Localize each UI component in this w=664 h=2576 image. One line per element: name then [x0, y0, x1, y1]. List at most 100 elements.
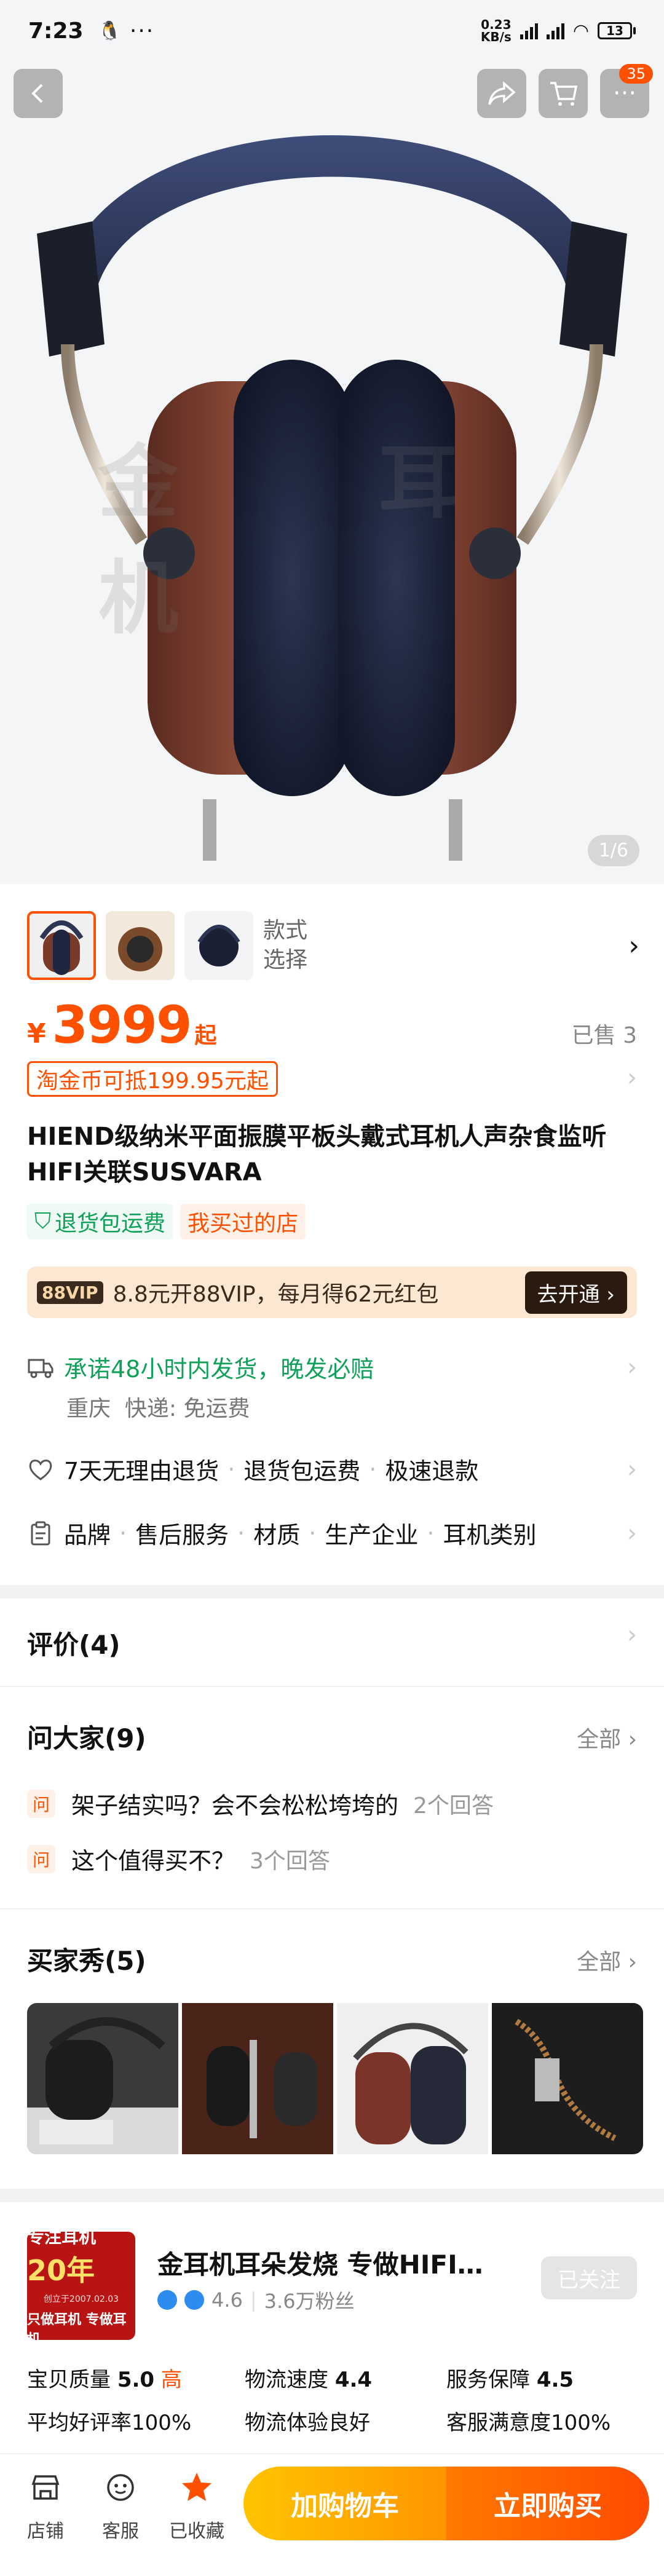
diamond-icon: [184, 2290, 204, 2310]
reviews-title[interactable]: 评价(4): [27, 1624, 121, 1662]
signal-icon: [520, 22, 538, 39]
cart-button[interactable]: [539, 69, 588, 118]
product-title: HIEND级纳米平面振膜平板头戴式耳机人声杂食监听HIFI关联SUSVARA: [27, 1123, 607, 1187]
guarantee-3: 极速退款: [385, 1458, 479, 1485]
buyer-show-all-link[interactable]: 全部 ›: [577, 1944, 637, 1976]
heart-icon: [29, 1459, 52, 1480]
sku-label: 款式 选择: [263, 918, 308, 973]
buyer-show-title[interactable]: 买家秀(5): [27, 1940, 146, 1978]
image-watermark: 金 耳 机: [98, 436, 545, 645]
signal-2-icon: [546, 22, 564, 39]
add-to-cart-button[interactable]: 加购物车: [243, 2467, 446, 2540]
chevron-right-icon: ›: [627, 1621, 637, 1649]
sku-selector[interactable]: 款式 选择 ›: [27, 909, 639, 982]
section-divider: [0, 1585, 664, 1598]
params-row[interactable]: 品牌 · 售后服务 · 材质 · 生产企业 · 耳机类别 ›: [27, 1516, 637, 1550]
vip-open-button[interactable]: 去开通 ›: [524, 1271, 627, 1314]
vip-text: 8.8元开88VIP，每月得62元红包: [113, 1282, 439, 1307]
buy-now-button[interactable]: 立即购买: [446, 2467, 649, 2540]
sku-thumb-1[interactable]: [27, 911, 96, 980]
vip-badge: 88VIP: [37, 1281, 103, 1304]
star-icon: [182, 2473, 211, 2501]
price-amount: 3999: [52, 995, 192, 1055]
buyer-photo-2[interactable]: [182, 2003, 333, 2154]
param-manufacturer: 生产企业: [325, 1522, 419, 1549]
param-material: 材质: [253, 1522, 301, 1549]
buyer-photo-4[interactable]: [492, 2003, 643, 2154]
product-detail-page: 金 耳 机 1/6 7:23 🐧 ··· 0.23 KB/s ◠ 13 ··· 3…: [0, 0, 664, 2576]
chevron-right-icon: ›: [627, 1064, 637, 1092]
qa-title[interactable]: 问大家(9): [27, 1718, 146, 1755]
more-notifications-icon: ···: [129, 18, 155, 44]
clipboard-icon: [31, 1521, 50, 1545]
favorite-tab[interactable]: 已收藏: [166, 2470, 227, 2543]
price-suffix: 起: [194, 1023, 217, 1048]
product-tags: ⛉ 退货包运费 我买过的店: [27, 1204, 306, 1239]
chevron-right-icon: ›: [627, 1455, 637, 1484]
vip-banner[interactable]: 88VIP 8.8元开88VIP，每月得62元红包 去开通 ›: [27, 1266, 637, 1318]
bottom-action-bar: 店铺 客服 已收藏 加购物车 立即购买: [0, 2453, 664, 2576]
qa-all-link[interactable]: 全部 ›: [577, 1721, 637, 1753]
status-bar: 7:23 🐧 ··· 0.23 KB/s ◠ 13: [0, 0, 664, 61]
bought-before-tag: 我买过的店: [180, 1204, 306, 1239]
share-icon: [488, 81, 516, 105]
wifi-icon: ◠: [572, 20, 589, 42]
share-button[interactable]: [477, 69, 526, 118]
shield-icon: ⛉: [34, 1209, 52, 1234]
more-button[interactable]: ··· 35: [600, 64, 653, 118]
shipping-promise: 承诺48小时内发货，晚发必赔: [64, 1356, 374, 1383]
shop-fans: 3.6万粉丝: [264, 2290, 355, 2313]
chevron-left-icon: [31, 84, 43, 103]
question-badge: 问: [27, 1844, 55, 1873]
status-time: 7:23: [28, 18, 84, 44]
cart-badge: 35: [619, 64, 653, 84]
price-row: ¥ 3999 起 已售 3: [27, 995, 637, 1055]
score-quality: 宝贝质量 5.0 高 平均好评率100%: [27, 2368, 192, 2435]
return-shipping-tag: ⛉ 退货包运费: [27, 1204, 173, 1239]
answer-count: 2个回答: [413, 1793, 494, 1819]
battery-icon: 13: [598, 22, 636, 39]
sku-thumb-3[interactable]: [184, 911, 253, 980]
chat-face-icon: [107, 2474, 134, 2501]
customer-service-tab[interactable]: 客服: [90, 2470, 151, 2543]
guarantee-row[interactable]: 7天无理由退货 · 退货包运费 · 极速退款 ›: [27, 1452, 637, 1486]
param-category: 耳机类别: [443, 1522, 537, 1549]
qa-item[interactable]: 问 架子结实吗？会不会松松垮垮的 2个回答: [27, 1787, 494, 1820]
shop-name[interactable]: 金耳机耳朵发烧 专做HIFI…: [157, 2244, 483, 2282]
image-counter: 1/6: [587, 835, 639, 866]
network-speed: 0.23 KB/s: [480, 17, 512, 44]
store-icon: [31, 2475, 60, 2500]
guarantee-2: 退货包运费: [243, 1458, 361, 1485]
section-divider: [0, 2189, 664, 2202]
param-brand: 品牌: [64, 1522, 111, 1549]
shop-logo[interactable]: 专注耳机20年 创立于2007.02.03 只做耳机 专做耳机: [27, 2227, 135, 2347]
guarantee-1: 7天无理由退货: [64, 1458, 219, 1485]
score-service: 服务保障 4.5 客服满意度100%: [446, 2368, 611, 2435]
back-button[interactable]: [14, 69, 63, 118]
score-logistics: 物流速度 4.4 物流体验良好: [245, 2368, 373, 2435]
chevron-right-icon: ›: [628, 930, 639, 962]
param-aftersale: 售后服务: [135, 1522, 229, 1549]
qa-item[interactable]: 问 这个值得买不？ 3个回答: [27, 1842, 330, 1876]
shop-rating: 4.6: [211, 2288, 243, 2312]
question-badge: 问: [27, 1789, 55, 1818]
sku-thumb-2[interactable]: [106, 911, 175, 980]
coin-offer-tag[interactable]: 淘金币可抵199.95元起: [27, 1061, 278, 1097]
buyer-photo-3[interactable]: [337, 2003, 488, 2154]
diamond-icon: [157, 2290, 177, 2310]
buyer-show-photos: [27, 2003, 643, 2154]
product-image-gallery[interactable]: 金 耳 机 1/6: [0, 0, 664, 884]
chevron-right-icon: ›: [627, 1519, 637, 1547]
question-text: 这个值得买不？: [71, 1847, 235, 1875]
shop-meta: 4.6 | 3.6万粉丝: [157, 2286, 355, 2314]
divider-line: [0, 1908, 664, 1910]
purchase-buttons: 加购物车 立即购买: [243, 2467, 649, 2540]
follow-button[interactable]: 已关注: [541, 2256, 637, 2299]
currency-symbol: ¥: [27, 1018, 46, 1049]
shipping-info: 重庆 快递: 免运费: [66, 1396, 250, 1421]
shipping-row[interactable]: 承诺48小时内发货，晚发必赔 ›: [27, 1350, 637, 1384]
question-text: 架子结实吗？会不会松松垮垮的: [71, 1792, 399, 1819]
buyer-photo-1[interactable]: [27, 2003, 178, 2154]
shop-tab[interactable]: 店铺: [15, 2470, 76, 2543]
truck-icon: [28, 1359, 53, 1378]
